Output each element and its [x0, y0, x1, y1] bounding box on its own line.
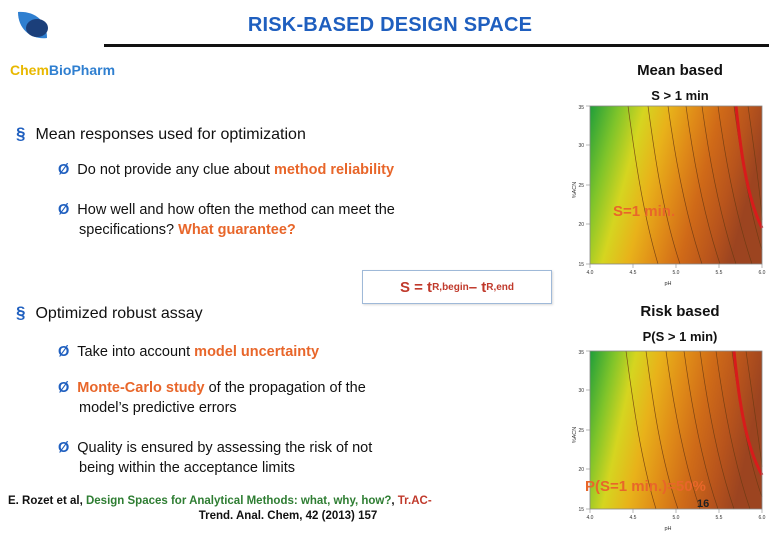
sub-model-uncertainty: Ø Take into account model uncertainty [58, 342, 558, 362]
bullet-mean-responses: § Mean responses used for optimization [16, 124, 306, 144]
arrow-icon: Ø [58, 162, 70, 178]
svg-text:30: 30 [578, 143, 584, 149]
svg-text:%ACN: %ACN [572, 182, 578, 199]
sub-quality: Ø Quality is ensured by assessing the ris… [58, 438, 541, 478]
footer-authors: E. Rozet et al, [8, 495, 86, 507]
sub-how-well-highlight: What guarantee? [178, 222, 296, 238]
sub-no-clue-highlight: method reliability [273, 162, 395, 178]
sub-monte-carlo-highlight: Monte-Carlo study [77, 380, 205, 396]
formula-mid: – t [468, 278, 487, 296]
panel-subtitle-risk-based: P(S > 1 min) [642, 329, 718, 344]
svg-text:15: 15 [578, 507, 584, 513]
formula-main: S = t [399, 278, 433, 296]
bullet-square-icon: § [16, 303, 26, 322]
sub-how-well-line2-prefix: specifications? [79, 222, 179, 238]
svg-text:25: 25 [578, 183, 584, 189]
svg-text:5.0: 5.0 [673, 515, 680, 521]
svg-text:4.5: 4.5 [630, 515, 637, 521]
brand-pharm: Pharm [71, 62, 116, 78]
brand-label: ChemBioPharm [10, 62, 115, 78]
svg-text:5.0: 5.0 [673, 270, 680, 276]
sub-quality-line1: Quality is ensured by assessing the risk… [77, 440, 373, 456]
arrow-icon: Ø [58, 344, 70, 360]
sub-no-clue: Ø Do not provide any clue about method re… [58, 160, 558, 180]
panel-title-mean-based: Mean based [637, 62, 723, 79]
formula-box: S = t R,begin – t R,end [362, 270, 552, 304]
overlay-label-s-equals-1: S=1 min. [613, 203, 676, 220]
sub-model-uncertainty-highlight: model uncertainty [194, 344, 320, 360]
contour-plot-risk-based: 4.0 4.5 5.0 5.5 6.0 pH 15 20 25 30 35 %A… [568, 345, 768, 535]
sub-how-well-line1: How well and how often the method can me… [77, 202, 395, 218]
svg-text:20: 20 [578, 467, 584, 473]
svg-text:pH: pH [664, 281, 671, 287]
footer-journal: Tr.AC- [397, 495, 432, 507]
svg-text:20: 20 [578, 222, 584, 228]
svg-text:pH: pH [664, 526, 671, 532]
arrow-icon: Ø [58, 202, 70, 218]
svg-text:5.5: 5.5 [716, 515, 723, 521]
svg-text:4.0: 4.0 [587, 270, 594, 276]
svg-text:%ACN: %ACN [572, 427, 578, 444]
sub-monte-carlo-rest: of the propagation of the [204, 380, 366, 396]
overlay-label-p-s-equals-50: P(S=1 min.)=50% [585, 478, 706, 495]
sub-how-well: Ø How well and how often the method can m… [58, 200, 558, 240]
page-number: 16 [697, 498, 710, 510]
bullet-square-icon: § [16, 124, 26, 143]
svg-text:25: 25 [578, 428, 584, 434]
svg-text:35: 35 [578, 350, 584, 356]
bullet-mean-responses-label: Mean responses used for optimization [35, 126, 306, 143]
arrow-icon: Ø [58, 380, 70, 396]
sub-quality-line2: being within the acceptance limits [79, 460, 296, 476]
sub-no-clue-text: Do not provide any clue about [77, 162, 274, 178]
brand-chem: Chem [10, 62, 49, 78]
sub-model-uncertainty-text: Take into account [77, 344, 195, 360]
bullet-optimized-assay-label: Optimized robust assay [35, 305, 203, 322]
svg-text:4.0: 4.0 [587, 515, 594, 521]
svg-text:35: 35 [578, 105, 584, 111]
panel-title-risk-based: Risk based [640, 303, 720, 320]
formula-sub-begin: R,begin [432, 281, 469, 293]
svg-text:6.0: 6.0 [759, 270, 766, 276]
svg-text:30: 30 [578, 388, 584, 394]
formula-sub-end: R,end [486, 281, 515, 293]
svg-text:15: 15 [578, 262, 584, 268]
footer-title: Design Spaces for Analytical Methods: wh… [85, 495, 392, 507]
header-divider [104, 44, 769, 47]
bullet-optimized-assay: § Optimized robust assay [16, 303, 203, 323]
svg-text:4.5: 4.5 [630, 270, 637, 276]
page-title: RISK-BASED DESIGN SPACE [247, 14, 533, 36]
contour-plot-mean-based: 4.0 4.5 5.0 5.5 6.0 pH 15 20 25 30 35 %A… [568, 100, 768, 290]
sub-monte-carlo-line2: model’s predictive errors [79, 400, 237, 416]
svg-text:6.0: 6.0 [759, 515, 766, 521]
svg-text:5.5: 5.5 [716, 270, 723, 276]
sub-monte-carlo: Ø Monte-Carlo study of the propagation of… [58, 378, 541, 418]
footer-journal-line2: Trend. Anal. Chem, 42 (2013) 157 [198, 510, 378, 522]
arrow-icon: Ø [58, 440, 70, 456]
footer-citation: E. Rozet et al, Design Spaces for Analyt… [8, 494, 568, 524]
brand-bio: Bio [48, 62, 72, 78]
